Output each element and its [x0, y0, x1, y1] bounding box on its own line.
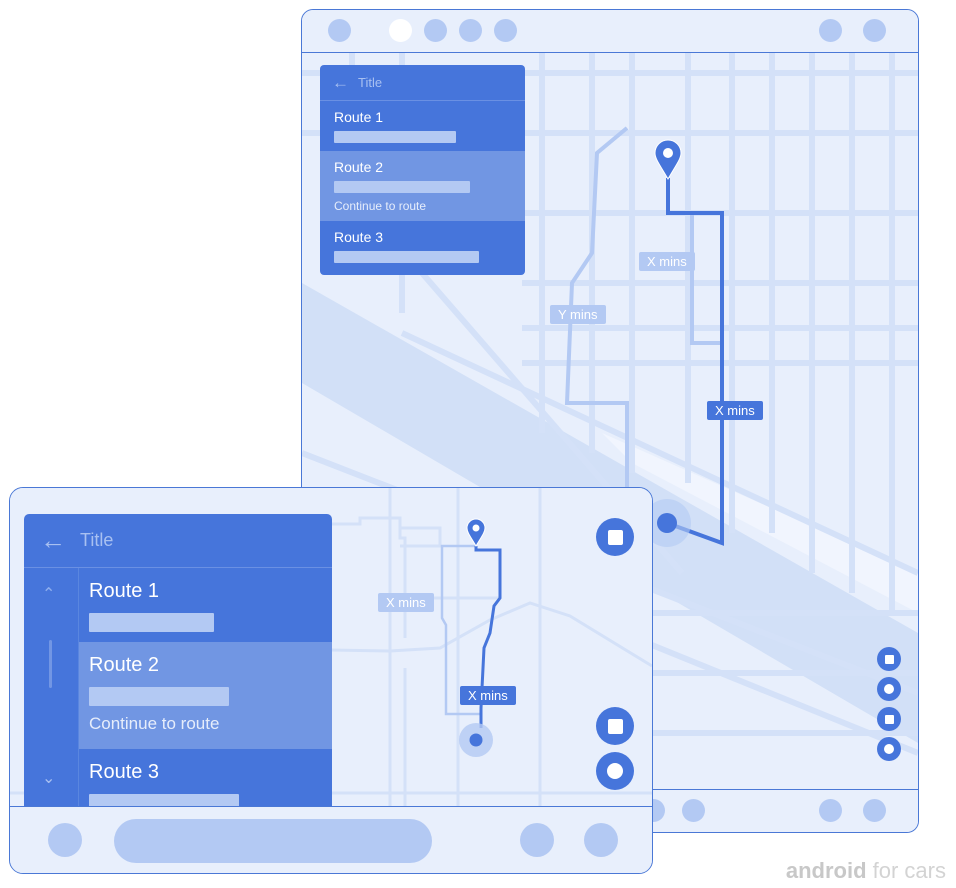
route-list: Route 1 Route 2 Continue to route Route … — [79, 568, 332, 806]
nav-bar-bottom — [10, 806, 652, 873]
map-control-record[interactable] — [877, 677, 901, 701]
scroll-down-chevron-icon[interactable]: ⌄ — [42, 768, 55, 788]
stop-icon — [607, 718, 623, 734]
back-arrow-icon[interactable]: ← — [332, 73, 352, 93]
route-list-panel: ← Title Route 1 Route 2 Continue to rout… — [320, 65, 525, 275]
route-label: Route 1 — [89, 580, 160, 602]
landscape-display: ← Title ⌃ ⌄ Route 1 Route 2 Continue to … — [9, 487, 653, 874]
current-location-icon — [657, 513, 677, 533]
route-detail-placeholder — [89, 687, 229, 706]
eta-label-alt[interactable]: X mins — [378, 593, 434, 612]
nav-icon[interactable] — [48, 823, 82, 857]
eta-label-main[interactable]: X mins — [707, 401, 763, 420]
eta-label-main[interactable]: X mins — [460, 686, 516, 705]
route-item-3[interactable]: Route 3 — [79, 749, 332, 806]
brand-rest: for cars — [866, 858, 946, 883]
map-control-stop[interactable] — [877, 707, 901, 731]
record-icon — [884, 684, 894, 694]
route-detail-placeholder — [334, 131, 456, 143]
panel-header: ← Title — [24, 514, 332, 568]
brand-bold: android — [785, 858, 867, 883]
route-label: Route 3 — [89, 761, 160, 783]
continue-to-route-link[interactable]: Continue to route — [89, 714, 322, 734]
status-icon[interactable] — [494, 19, 517, 42]
map-control-stop[interactable] — [596, 707, 634, 745]
route-item-1[interactable]: Route 1 — [320, 101, 525, 151]
stop-icon — [884, 714, 894, 724]
android-for-cars-logo: android for cars — [786, 858, 946, 884]
nav-icon[interactable] — [819, 799, 842, 822]
route-detail-placeholder — [89, 613, 214, 632]
status-icon[interactable] — [819, 19, 842, 42]
scroll-rail: ⌃ ⌄ — [24, 568, 79, 806]
map-control-stop[interactable] — [596, 518, 634, 556]
route-detail-placeholder — [334, 181, 470, 193]
panel-title: Title — [80, 530, 114, 550]
status-icon-active[interactable] — [389, 19, 412, 42]
route-detail-placeholder — [89, 794, 239, 806]
eta-label-alt-y[interactable]: Y mins — [550, 305, 606, 324]
record-icon — [607, 763, 623, 779]
status-icon[interactable] — [328, 19, 351, 42]
route-list-panel: ← Title ⌃ ⌄ Route 1 Route 2 Continue to … — [24, 514, 332, 806]
panel-header: ← Title — [320, 65, 525, 101]
panel-title: Title — [358, 75, 383, 90]
map-control-stop[interactable] — [877, 647, 901, 671]
scroll-up-chevron-icon[interactable]: ⌃ — [42, 584, 55, 604]
stop-icon — [884, 654, 894, 664]
stop-icon — [607, 529, 623, 545]
route-item-3[interactable]: Route 3 — [320, 221, 525, 275]
record-icon — [884, 744, 894, 754]
status-bar-top — [302, 10, 918, 53]
route-label: Route 1 — [334, 109, 384, 125]
status-icon[interactable] — [424, 19, 447, 42]
route-item-2-selected[interactable]: Route 2 Continue to route — [79, 642, 332, 749]
back-arrow-icon[interactable]: ← — [40, 525, 70, 556]
nav-icon[interactable] — [863, 799, 886, 822]
route-label: Route 2 — [334, 159, 384, 175]
current-location-icon — [469, 733, 483, 747]
nav-icon[interactable] — [682, 799, 705, 822]
continue-to-route-link[interactable]: Continue to route — [334, 199, 511, 213]
status-icon[interactable] — [459, 19, 482, 42]
nav-icon[interactable] — [520, 823, 554, 857]
scrollbar-thumb[interactable] — [49, 640, 52, 688]
route-item-2-selected[interactable]: Route 2 Continue to route — [320, 151, 525, 221]
search-pill[interactable] — [114, 819, 432, 863]
route-item-1[interactable]: Route 1 — [79, 568, 332, 642]
map-control-record[interactable] — [596, 752, 634, 790]
map-control-record[interactable] — [877, 737, 901, 761]
route-detail-placeholder — [334, 251, 479, 263]
eta-label-alt-x[interactable]: X mins — [639, 252, 695, 271]
route-label: Route 3 — [334, 229, 384, 245]
nav-icon[interactable] — [584, 823, 618, 857]
route-label: Route 2 — [89, 654, 160, 676]
status-icon[interactable] — [863, 19, 886, 42]
